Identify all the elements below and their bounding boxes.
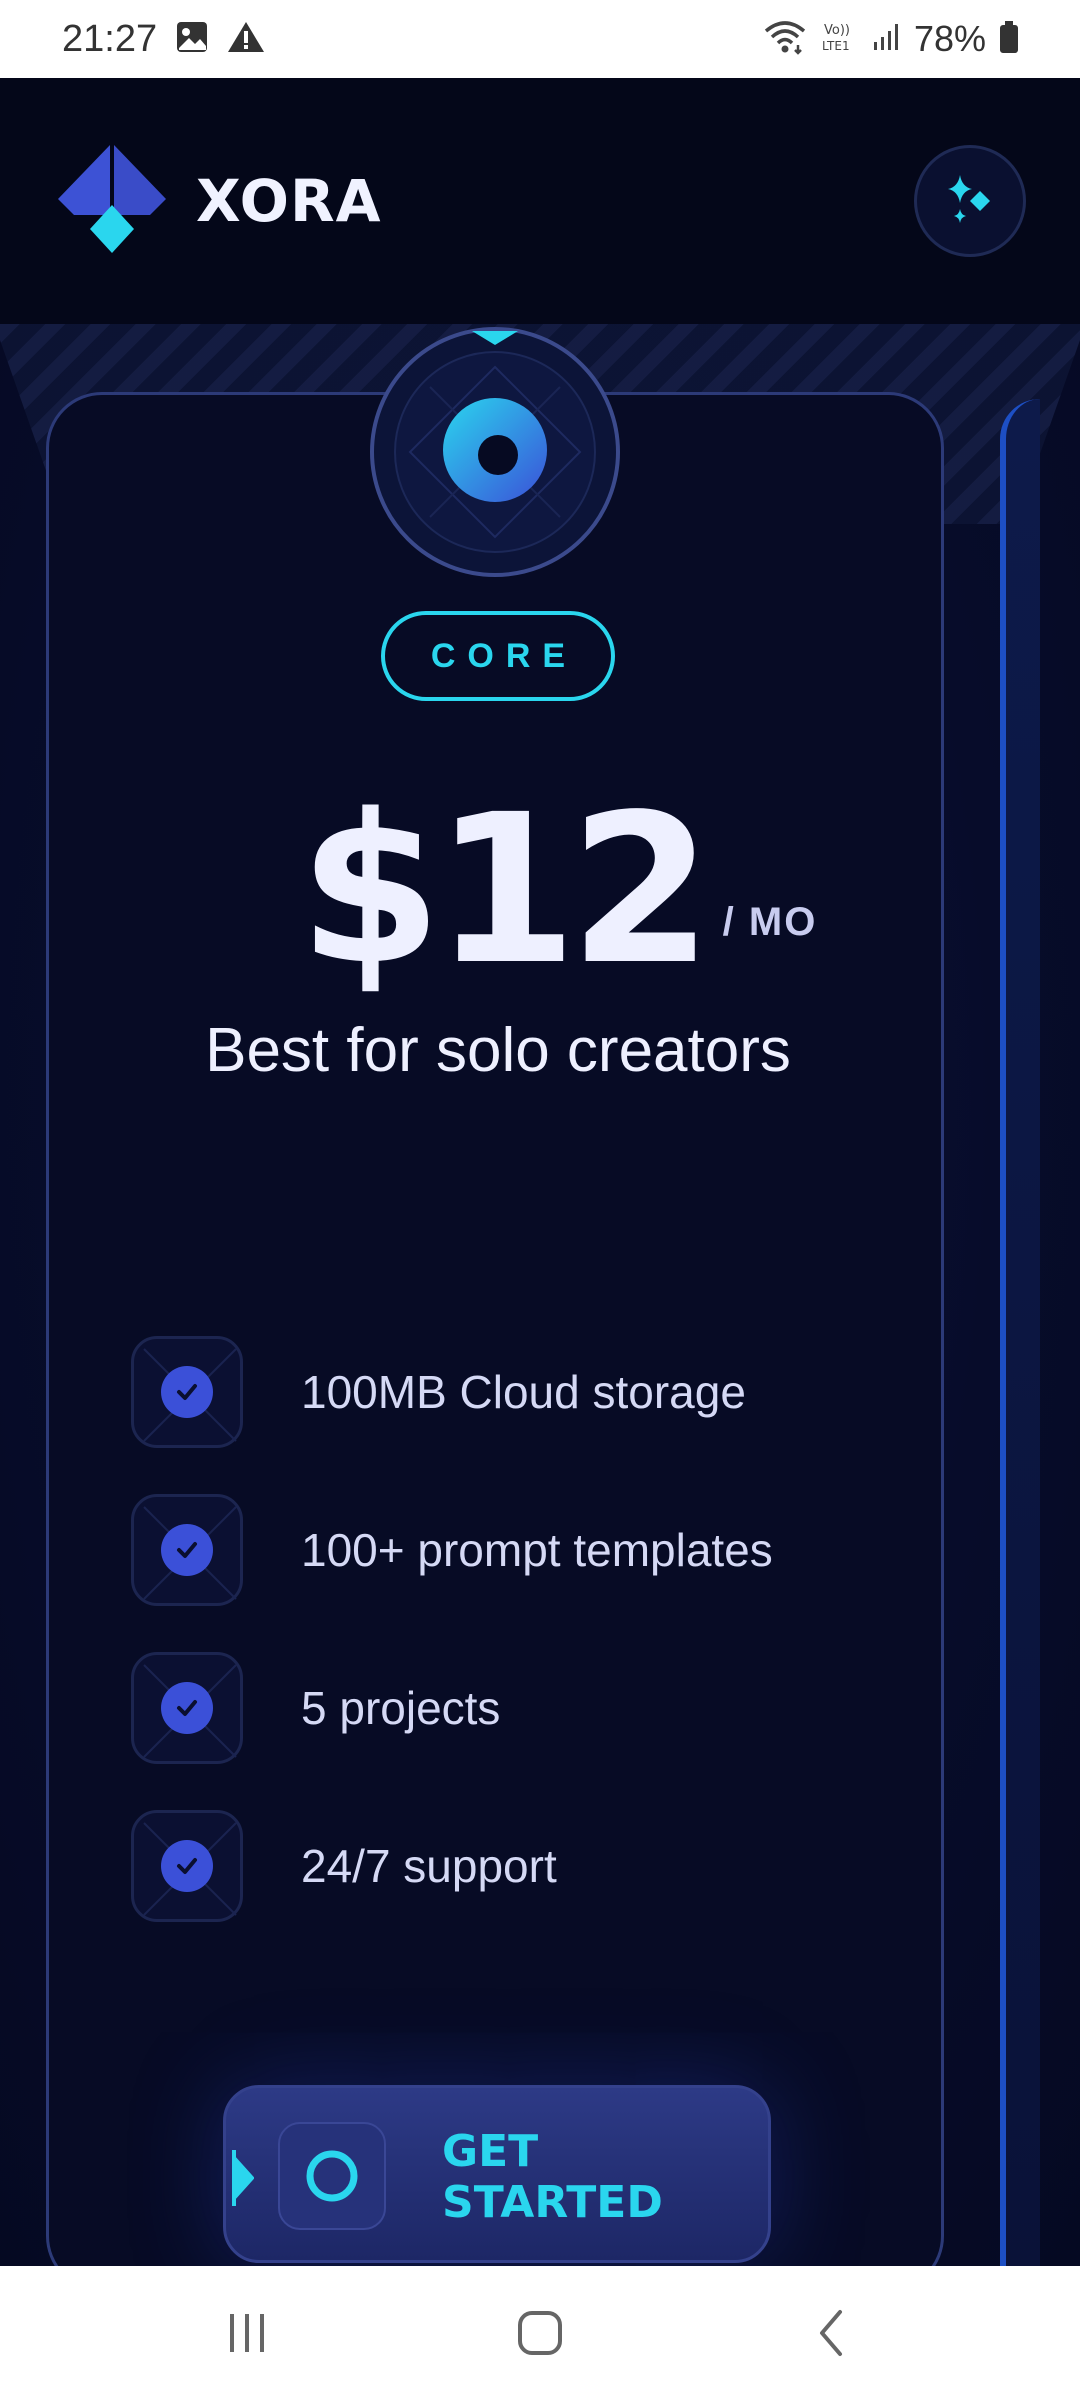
- feature-check: [131, 1652, 243, 1764]
- app-header: XORA: [0, 78, 1080, 324]
- check-icon: [161, 1840, 213, 1892]
- signal-icon: [872, 22, 902, 57]
- price-row: $12 / MO: [3, 773, 1080, 993]
- feature-list: 100MB Cloud storage 100+ prompt template…: [131, 1313, 911, 1945]
- home-icon[interactable]: [480, 2288, 600, 2378]
- get-started-button[interactable]: GET STARTED: [223, 2085, 771, 2263]
- brand-name: XORA: [196, 167, 382, 235]
- get-started-label: GET STARTED: [442, 2126, 663, 2228]
- arrow-marker-icon: [232, 2150, 255, 2211]
- check-icon: [161, 1366, 213, 1418]
- status-right: Vo)) LTE1 78%: [762, 18, 1020, 60]
- feature-item: 100+ prompt templates: [131, 1471, 911, 1629]
- feature-check: [131, 1810, 243, 1922]
- system-nav-bar: [0, 2266, 1080, 2400]
- volte-icon: Vo)) LTE1: [820, 19, 860, 60]
- feature-check: [131, 1336, 243, 1448]
- gallery-icon: [175, 20, 209, 59]
- feature-item: 5 projects: [131, 1629, 911, 1787]
- brand[interactable]: XORA: [54, 143, 382, 260]
- sparkle-button[interactable]: [914, 145, 1026, 257]
- ring-icon: [278, 2122, 386, 2230]
- battery-icon: [998, 19, 1020, 60]
- battery-percent: 78%: [913, 18, 986, 59]
- wifi-icon: [762, 19, 808, 60]
- screen: 21:27 Vo)) LTE1 78% XORA CORE $12 / MO B…: [0, 0, 1080, 2400]
- feature-item: 100MB Cloud storage: [131, 1313, 911, 1471]
- tier-badge: CORE: [381, 611, 615, 701]
- status-bar: 21:27 Vo)) LTE1 78%: [0, 0, 1080, 78]
- status-left: 21:27: [62, 18, 265, 61]
- plan-card: CORE $12 / MO Best for solo creators 100…: [46, 392, 944, 2266]
- feature-item: 24/7 support: [131, 1787, 911, 1945]
- status-time: 21:27: [62, 17, 158, 60]
- xora-logo-icon: [54, 143, 170, 260]
- back-icon[interactable]: [773, 2288, 893, 2378]
- warning-icon: [227, 20, 265, 59]
- plan-emblem: [370, 327, 620, 577]
- sparkle-icon: [940, 169, 1000, 234]
- feature-label: 24/7 support: [301, 1840, 557, 1892]
- feature-check: [131, 1494, 243, 1606]
- recent-apps-icon[interactable]: [187, 2288, 307, 2378]
- pricing-section: CORE $12 / MO Best for solo creators 100…: [0, 324, 1080, 2266]
- feature-label: 5 projects: [301, 1682, 501, 1734]
- feature-label: 100+ prompt templates: [301, 1524, 773, 1576]
- price: $12: [298, 770, 713, 1010]
- svg-text:Vo)): Vo)): [824, 23, 850, 38]
- price-period: / MO: [722, 900, 818, 944]
- plan-tagline: Best for solo creators: [205, 1016, 791, 1085]
- check-icon: [161, 1682, 213, 1734]
- next-plan-card-edge[interactable]: [1000, 399, 1040, 2266]
- svg-text:LTE1: LTE1: [822, 39, 850, 53]
- core-ring-icon: [440, 395, 550, 510]
- check-icon: [161, 1524, 213, 1576]
- feature-label: 100MB Cloud storage: [301, 1366, 746, 1418]
